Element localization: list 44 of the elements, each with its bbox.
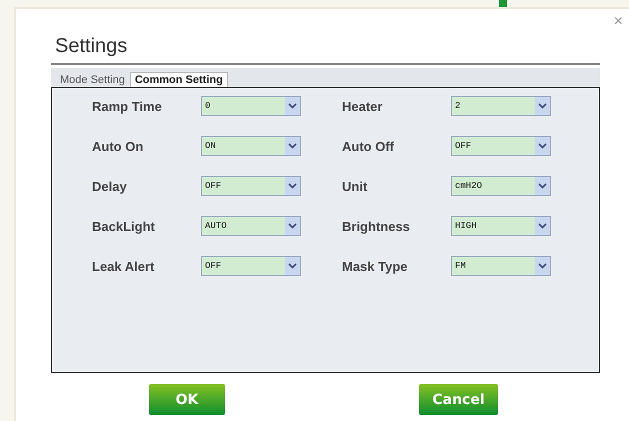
dropdown[interactable]: FM: [451, 256, 551, 276]
chevron-down-icon: [285, 137, 300, 155]
chevron-down-icon: [535, 97, 550, 115]
dropdown-value: cmH2O: [455, 181, 482, 191]
setting-label: Leak Alert: [92, 258, 156, 274]
square-marker: [499, 0, 507, 7]
dropdown-value: FM: [455, 261, 466, 271]
dropdown[interactable]: 0: [201, 96, 301, 116]
tab[interactable]: Mode Setting: [55, 72, 130, 87]
chevron-down-icon: [285, 257, 300, 275]
setting-label: BackLight: [92, 218, 156, 234]
dropdown[interactable]: 2: [451, 96, 551, 116]
dropdown-value: ON: [205, 141, 216, 151]
setting-label: Mask Type: [342, 258, 409, 274]
dropdown-value: HIGH: [455, 221, 477, 231]
setting-label: Heater: [342, 98, 384, 114]
setting-label: Delay: [92, 178, 128, 194]
dropdown[interactable]: cmH2O: [451, 176, 551, 196]
setting-label: Brightness: [342, 218, 411, 234]
setting-label: Unit: [342, 178, 368, 194]
chevron-down-icon: [535, 257, 550, 275]
setting-label: Ramp Time: [92, 98, 163, 114]
setting-label: Auto Off: [342, 138, 395, 154]
dropdown-value: OFF: [205, 181, 222, 191]
setting-label: Auto On: [92, 138, 144, 154]
dropdown[interactable]: OFF: [201, 176, 301, 196]
chevron-down-icon: [535, 177, 550, 195]
chevron-down-icon: [535, 137, 550, 155]
chevron-down-icon: [285, 177, 300, 195]
dropdown-value: 2: [455, 101, 460, 111]
dropdown-value: 0: [205, 101, 210, 111]
dropdown[interactable]: HIGH: [451, 216, 551, 236]
dropdown[interactable]: OFF: [451, 136, 551, 156]
dropdown-value: OFF: [205, 261, 222, 271]
dropdown-value: AUTO: [205, 221, 227, 231]
dropdown-value: OFF: [455, 141, 472, 151]
chevron-down-icon: [285, 97, 300, 115]
dropdown[interactable]: OFF: [201, 256, 301, 276]
window-title: Settings: [51, 9, 600, 65]
chevron-down-icon: [285, 217, 300, 235]
chevron-down-icon: [535, 217, 550, 235]
dropdown[interactable]: AUTO: [201, 216, 301, 236]
dropdown[interactable]: ON: [201, 136, 301, 156]
tab[interactable]: Common Setting: [130, 72, 228, 87]
